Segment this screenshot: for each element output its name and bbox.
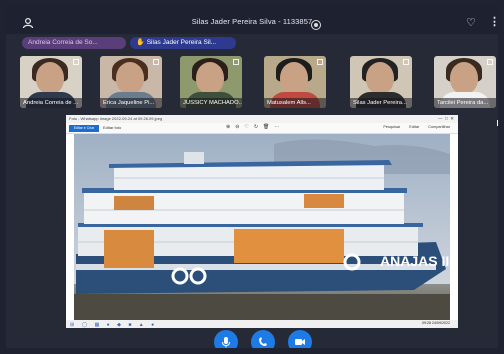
microphone-icon <box>222 337 230 348</box>
expand-icon[interactable] <box>403 59 409 65</box>
participant-name: Matusalem Alls... <box>264 98 326 108</box>
edit-photo-link[interactable]: Editar foto <box>103 125 121 130</box>
meeting-window: Silas Jader Pereira Silva - 1133857 ♡ ⋮ … <box>0 0 504 354</box>
more-options-icon[interactable]: ⋮ <box>489 15 500 28</box>
camera-button[interactable] <box>288 330 312 354</box>
meeting-title: Silas Jader Pereira Silva - 1133857 <box>191 17 313 26</box>
camera-icon <box>295 339 305 345</box>
participant-tile[interactable]: Erica Jaqueline Pi... <box>100 56 162 108</box>
participant-tile[interactable]: Tarcilei Pereira da... <box>434 56 496 108</box>
pinned-chip-label: Silas Jader Pereira Sil... <box>146 39 217 46</box>
participant-name: Erica Jaqueline Pi... <box>100 98 162 108</box>
participant-name: JUSSICY MACHADO... <box>180 98 242 108</box>
photo-toolbar: Editar e Criar Editar foto ⊕⊖♡↻🗑⋯ Pesqui… <box>66 123 458 134</box>
raised-hand-icon: ✋ <box>136 39 145 46</box>
taskbar-clock: 09:28 24/09/2022 <box>422 321 450 325</box>
hangup-button[interactable] <box>251 330 275 354</box>
participant-tile[interactable]: Silas Jader Pereira... <box>350 56 412 108</box>
pinned-chip-label: Andreia Correia de So... <box>28 39 98 46</box>
screen-share: Foto - Whatsapp Image 2022-09-24 at 09.2… <box>66 115 458 328</box>
edit-create-button[interactable]: Editar e Criar <box>69 124 99 132</box>
photo-tools-icons: ⊕⊖♡↻🗑⋯ <box>226 124 285 130</box>
expand-icon[interactable] <box>153 59 159 65</box>
participant-name: Silas Jader Pereira... <box>350 98 412 108</box>
windows-taskbar: ⊞ ◯ ▦ ● ◆ ■ ▲ ● 09:28 24/09/2022 <box>66 320 458 328</box>
expand-share-icon[interactable] <box>497 120 503 126</box>
phone-icon <box>259 337 267 346</box>
microphone-button[interactable] <box>214 330 238 354</box>
top-bar: Silas Jader Pereira Silva - 1133857 ♡ ⋮ <box>0 0 504 34</box>
expand-icon[interactable] <box>317 59 323 65</box>
heart-icon[interactable]: ♡ <box>466 16 476 29</box>
participant-name: Andreia Correia de ... <box>20 98 82 108</box>
pinned-chip-2[interactable]: ✋ Silas Jader Pereira Sil... <box>130 37 236 49</box>
window-controls: — □ ✕ <box>438 116 454 121</box>
participant-name: Tarcilei Pereira da... <box>434 98 496 108</box>
expand-icon[interactable] <box>73 59 79 65</box>
participant-tile[interactable]: Matusalem Alls... <box>264 56 326 108</box>
participant-tile[interactable]: JUSSICY MACHADO... <box>180 56 242 108</box>
expand-icon[interactable] <box>487 59 493 65</box>
taskbar-icons: ⊞ ◯ ▦ ● ◆ ■ ▲ ● <box>70 321 158 328</box>
boat-name-text: ANAJAS III <box>380 253 450 269</box>
record-icon[interactable] <box>311 20 321 30</box>
photo-right-tools: Pesquisar Editar Compartilhar <box>383 125 450 129</box>
shared-window-title: Foto - Whatsapp Image 2022-09-24 at 09.2… <box>66 115 458 123</box>
shared-photo-boat: ANAJAS III <box>74 134 450 320</box>
expand-icon[interactable] <box>233 59 239 65</box>
pinned-chip-1[interactable]: Andreia Correia de So... <box>22 37 126 49</box>
participant-tile[interactable]: Andreia Correia de ... <box>20 56 82 108</box>
